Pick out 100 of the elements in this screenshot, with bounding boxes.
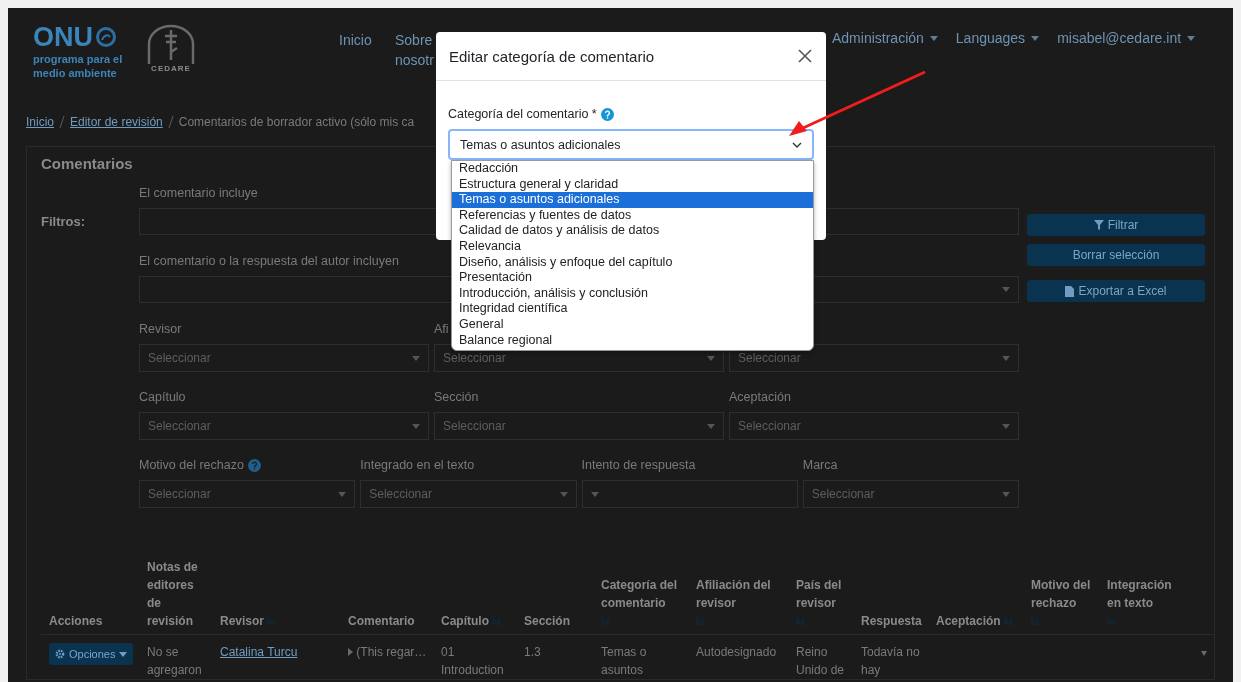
- table-cell: 1.3: [524, 645, 541, 659]
- breadcrumb-link[interactable]: Inicio: [26, 115, 54, 129]
- comment-toggle[interactable]: (This regar…: [348, 645, 427, 659]
- sort-icon: [267, 616, 278, 625]
- field-label: Afi: [434, 321, 449, 337]
- chevron-icon: [792, 141, 802, 148]
- expand-icon: [348, 648, 353, 656]
- column-header[interactable]: Motivo del rechazo: [1031, 576, 1091, 612]
- filter-icon: [1093, 220, 1104, 230]
- field-label: Motivo del rechazo: [139, 457, 244, 473]
- column-header[interactable]: Categoría del comentario: [601, 576, 680, 612]
- select-field[interactable]: Seleccionar: [729, 412, 1019, 440]
- sort-icon: [1031, 616, 1041, 625]
- caret-icon: [707, 355, 715, 361]
- field-label: El comentario o la respuesta del autor incluyen: [139, 253, 399, 269]
- nav-link[interactable]: Sobre nosotr: [395, 30, 437, 70]
- sort-icon: [796, 616, 806, 625]
- table-cell: Temas o asuntos: [601, 645, 647, 677]
- dropdown-option[interactable]: Calidad de datos y análisis de datos: [452, 223, 813, 239]
- field-label: Categoría del comentario *: [448, 107, 597, 121]
- column-header[interactable]: Sección: [524, 612, 571, 630]
- options-button[interactable]: Opciones: [49, 643, 134, 665]
- field-label: Aceptación: [729, 389, 791, 405]
- select-field[interactable]: Seleccionar: [139, 480, 356, 508]
- category-select[interactable]: Temas o asuntos adicionales: [448, 129, 814, 160]
- caret-icon: [1002, 491, 1010, 497]
- sort-icon: [696, 616, 706, 625]
- field-label: Revisor: [139, 321, 182, 337]
- caret-icon: [1031, 35, 1040, 41]
- nav-menu[interactable]: misabel@cedare.int: [1057, 30, 1196, 46]
- logo-subtitle: programa para el medio ambiente: [33, 52, 124, 80]
- button[interactable]: Exportar a Excel: [1027, 280, 1205, 302]
- select-field[interactable]: Seleccionar: [139, 344, 429, 372]
- caret-icon: [412, 355, 420, 361]
- separator-icon: [167, 116, 174, 128]
- dropdown-option[interactable]: Referencias y fuentes de datos: [452, 207, 813, 224]
- select-field[interactable]: Seleccionar: [360, 480, 577, 508]
- dialog-title: Editar categoría de comentario: [449, 47, 655, 65]
- dropdown-option[interactable]: Relevancia: [452, 238, 813, 255]
- caret-icon: [1002, 287, 1010, 292]
- caret-icon: [929, 35, 938, 41]
- field-label: Marca: [802, 457, 838, 473]
- dropdown-option[interactable]: General: [452, 316, 813, 333]
- column-header[interactable]: Aceptación: [936, 612, 1001, 630]
- globe-icon: [96, 27, 116, 47]
- column-header[interactable]: Afiliación del revisor: [696, 576, 780, 612]
- nav-menu[interactable]: Languages: [955, 30, 1040, 46]
- caret-icon: [1201, 651, 1207, 656]
- field-label: Intento de respuesta: [581, 457, 696, 473]
- sort-icon: [1107, 616, 1117, 625]
- column-header[interactable]: Integración en texto: [1107, 576, 1185, 612]
- card-title: Comentarios: [41, 155, 133, 173]
- column-header[interactable]: Comentario: [348, 612, 415, 630]
- filters-label: Filtros:: [41, 214, 87, 231]
- dropdown-option[interactable]: Introducción, análisis y conclusión: [452, 285, 813, 302]
- help-icon: [247, 458, 261, 472]
- caret-icon: [590, 491, 599, 497]
- reviewer-link[interactable]: Catalina Turcu: [220, 645, 298, 659]
- column-header[interactable]: Acciones: [49, 612, 103, 630]
- sort-icon: [492, 616, 503, 625]
- table-cell: Todavía no hay: [861, 645, 920, 677]
- table-cell: Reino Unido de: [796, 645, 845, 677]
- breadcrumb-link[interactable]: Editor de revisión: [70, 115, 163, 129]
- select-field[interactable]: Seleccionar: [139, 412, 429, 440]
- caret-icon: [412, 423, 420, 429]
- emblem-label: CEDARE: [151, 64, 191, 73]
- close-button[interactable]: [796, 47, 814, 65]
- field-label: El comentario incluye: [139, 185, 258, 201]
- button[interactable]: Borrar selección: [1027, 244, 1205, 266]
- sort-icon: [601, 616, 611, 625]
- dropdown-option[interactable]: Temas o asuntos adicionales: [452, 192, 813, 208]
- file-icon: [1065, 285, 1075, 297]
- dropdown-option[interactable]: Diseño, análisis y enfoque del capítulo: [452, 254, 813, 271]
- table-cell: No se agregaron: [147, 645, 202, 677]
- separator-icon: [59, 116, 65, 128]
- column-header[interactable]: País del revisor: [796, 576, 845, 612]
- table-cell: Autodesignado: [696, 645, 777, 659]
- breadcrumb-current: Comentarios de borrador activo (sólo mis ca: [178, 115, 415, 129]
- column-header[interactable]: Capítulo: [441, 612, 489, 630]
- select-field[interactable]: Seleccionar: [802, 480, 1019, 508]
- table-cell: 01 Introduction: [441, 645, 504, 677]
- gear-icon: [55, 649, 65, 659]
- caret-icon: [559, 491, 568, 497]
- caret-icon: [1002, 355, 1010, 361]
- dropdown-option[interactable]: Integridad científica: [452, 301, 813, 317]
- column-header[interactable]: Respuesta: [861, 612, 922, 630]
- close-icon: [798, 49, 812, 63]
- help-icon: [600, 107, 614, 121]
- caret-icon: [707, 423, 715, 429]
- select-field[interactable]: [581, 480, 798, 508]
- column-header[interactable]: Revisor: [220, 612, 265, 630]
- column-header[interactable]: Notas de editores de revisión: [147, 558, 204, 630]
- dropdown-option[interactable]: Presentación: [452, 270, 813, 286]
- select-field[interactable]: Seleccionar: [434, 412, 724, 440]
- dropdown-option[interactable]: Estructura general y claridad: [452, 176, 813, 193]
- caret-icon: [338, 491, 347, 497]
- nav-link[interactable]: Inicio: [339, 30, 381, 70]
- dropdown-option[interactable]: Redacción: [452, 161, 813, 177]
- field-label: Capítulo: [139, 389, 186, 405]
- button[interactable]: Filtrar: [1027, 214, 1205, 236]
